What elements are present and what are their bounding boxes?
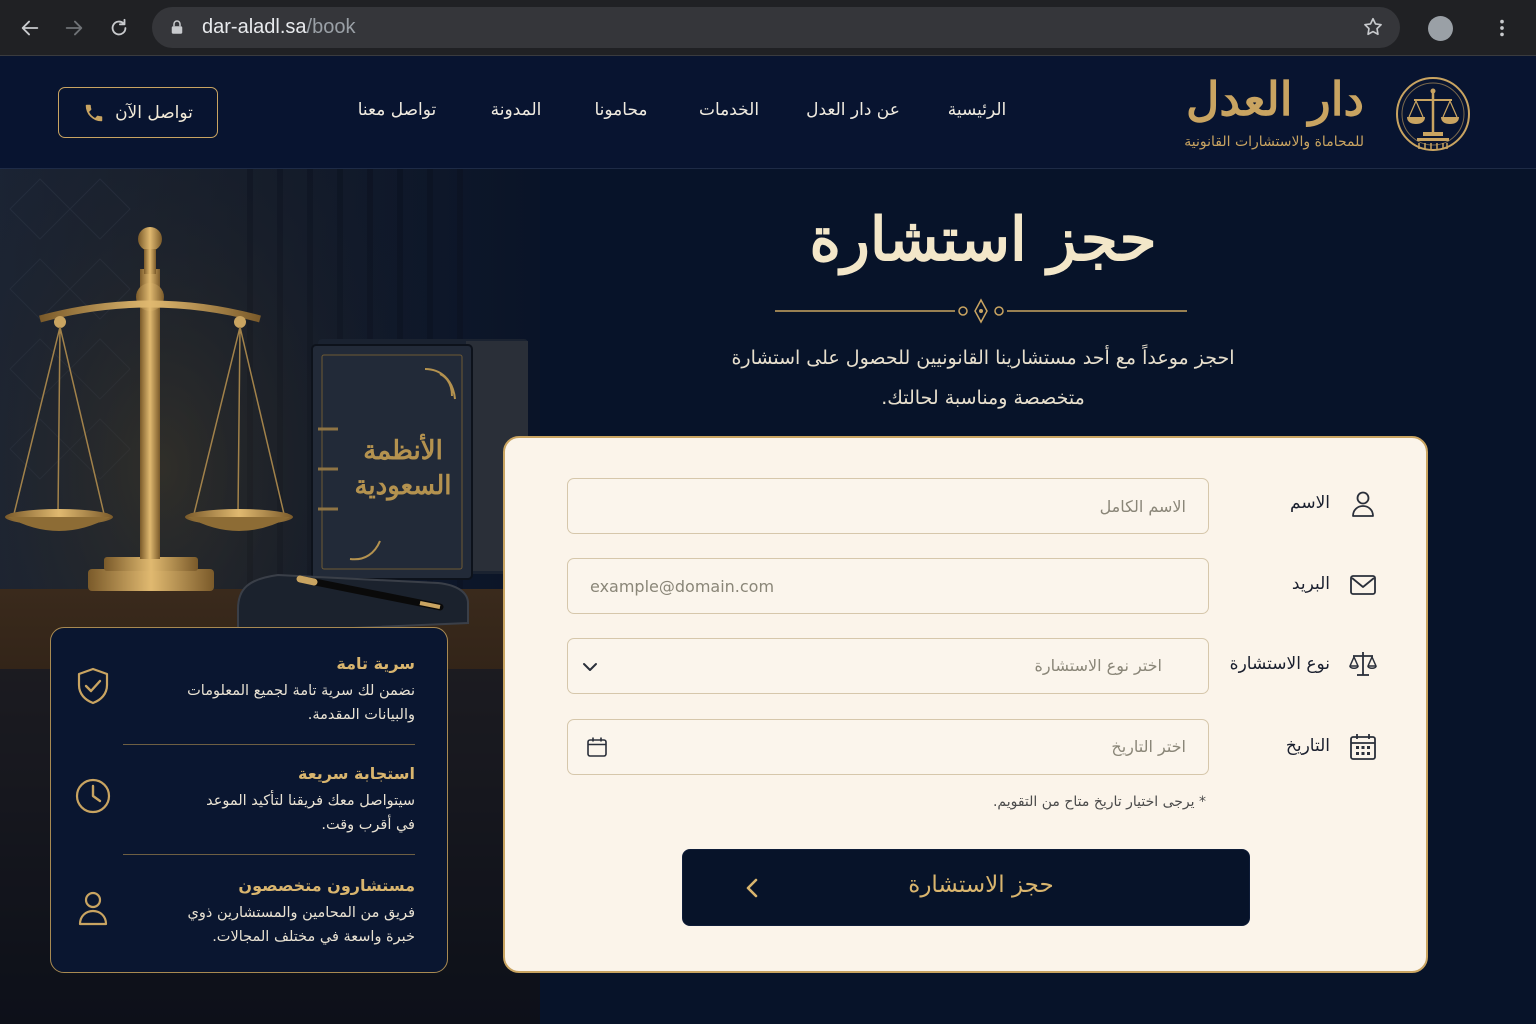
consultation-type-placeholder: اختر نوع الاستشارة (1034, 656, 1163, 675)
book-title-line2: السعودية (354, 471, 451, 501)
name-label: الاسم (1290, 493, 1330, 513)
feature-title: مستشارون متخصصون (238, 876, 415, 895)
back-button[interactable] (14, 12, 46, 44)
contact-now-button[interactable]: تواصل الآن (58, 87, 218, 138)
subtitle-line1: احجز موعداً مع أحد مستشارينا القانونيين … (731, 347, 1235, 369)
calendar-icon[interactable] (586, 736, 608, 758)
page-subtitle: احجز موعداً مع أحد مستشارينا القانونيين … (700, 338, 1266, 418)
clock-icon (75, 778, 111, 814)
feature-title: استجابة سريعة (298, 764, 415, 783)
book-consultation-button[interactable]: حجز الاستشارة (682, 849, 1250, 926)
feature-fast-response: استجابة سريعة سيتواصل معك فريقنا لتأكيد … (123, 764, 415, 837)
date-hint: * يرجى اختيار تاريخ متاح من التقويم. (992, 794, 1206, 810)
feature-desc-line1: سيتواصل معك فريقنا لتأكيد الموعد (206, 793, 415, 809)
profile-avatar[interactable] (1428, 16, 1453, 41)
book-title-line1: الأنظمة (363, 433, 443, 466)
date-label: التاريخ (1285, 736, 1330, 756)
consultation-type-select[interactable]: اختر نوع الاستشارة (567, 638, 1209, 694)
bookmark-star-icon[interactable] (1362, 16, 1384, 38)
feature-title: سرية تامة (336, 654, 415, 673)
feature-desc-line1: نضمن لك سرية تامة لجميع المعلومات (187, 683, 415, 699)
feature-desc-line2: والبيانات المقدمة. (307, 707, 415, 723)
nav-contact[interactable]: تواصل معنا (358, 100, 437, 120)
scales-icon (1349, 652, 1377, 676)
browser-toolbar: dar-aladl.sa/book (0, 0, 1536, 56)
nav-blog[interactable]: المدونة (491, 100, 542, 120)
more-vertical-icon (1500, 19, 1504, 37)
subtitle-line2: متخصصة ومناسبة لحالتك. (881, 387, 1085, 409)
chevron-down-icon (583, 663, 597, 671)
shield-check-icon (77, 667, 109, 705)
site-header: تواصل الآن الرئيسية عن دار العدل الخدمات… (0, 56, 1536, 169)
feature-desc-line2: في أقرب وقت. (321, 817, 415, 833)
url-text: dar-aladl.sa/book (202, 16, 355, 39)
booking-form: الاسم البريد نوع الاستشارة اختر نوع الاس… (503, 436, 1428, 973)
page-title: حجز استشارة (809, 205, 1157, 275)
name-input[interactable] (567, 478, 1209, 534)
mail-icon (1350, 575, 1376, 595)
reload-icon (111, 18, 127, 36)
address-bar[interactable]: dar-aladl.sa/book (152, 7, 1400, 48)
feature-confidentiality: سرية تامة نضمن لك سرية تامة لجميع المعلو… (123, 654, 415, 727)
reload-button[interactable] (103, 12, 135, 44)
feature-desc-line1: فريق من المحامين والمستشارين ذوي (187, 905, 415, 921)
phone-icon (85, 104, 103, 121)
feature-divider (123, 854, 415, 855)
email-label: البريد (1291, 574, 1330, 594)
email-input[interactable] (567, 558, 1209, 614)
forward-button[interactable] (58, 12, 90, 44)
browser-menu-button[interactable] (1490, 14, 1514, 42)
features-panel: سرية تامة نضمن لك سرية تامة لجميع المعلو… (50, 627, 448, 973)
book-consultation-label: حجز الاستشارة (908, 872, 1054, 898)
nav-home[interactable]: الرئيسية (948, 100, 1007, 120)
date-picker[interactable]: اختر التاريخ (567, 719, 1209, 775)
user-icon (78, 891, 108, 926)
consultation-type-label: نوع الاستشارة (1229, 654, 1330, 674)
feature-divider (123, 744, 415, 745)
url-path: /book (306, 16, 356, 38)
date-placeholder: اختر التاريخ (1111, 737, 1186, 756)
lock-icon (171, 20, 183, 34)
arrow-left-icon (21, 20, 39, 36)
arrow-right-icon (65, 20, 83, 36)
url-host: dar-aladl.sa (202, 16, 307, 38)
contact-now-label: تواصل الآن (115, 102, 193, 123)
scales-emblem-icon[interactable] (1392, 74, 1474, 156)
nav-lawyers[interactable]: محامونا (594, 100, 647, 120)
nav-about[interactable]: عن دار العدل (806, 100, 900, 120)
feature-desc-line2: خبرة واسعة في مختلف المجالات. (212, 929, 415, 945)
user-icon (1352, 491, 1374, 517)
chevron-left-icon (746, 878, 758, 898)
brand-title[interactable]: دار العدل (1186, 72, 1364, 126)
brand-subtitle: للمحاماة والاستشارات القانونية (1184, 134, 1364, 150)
calendar-icon (1350, 734, 1376, 760)
ornament-divider (775, 298, 1187, 324)
feature-experts: مستشارون متخصصون فريق من المحامين والمست… (123, 876, 415, 949)
nav-services[interactable]: الخدمات (699, 100, 759, 120)
